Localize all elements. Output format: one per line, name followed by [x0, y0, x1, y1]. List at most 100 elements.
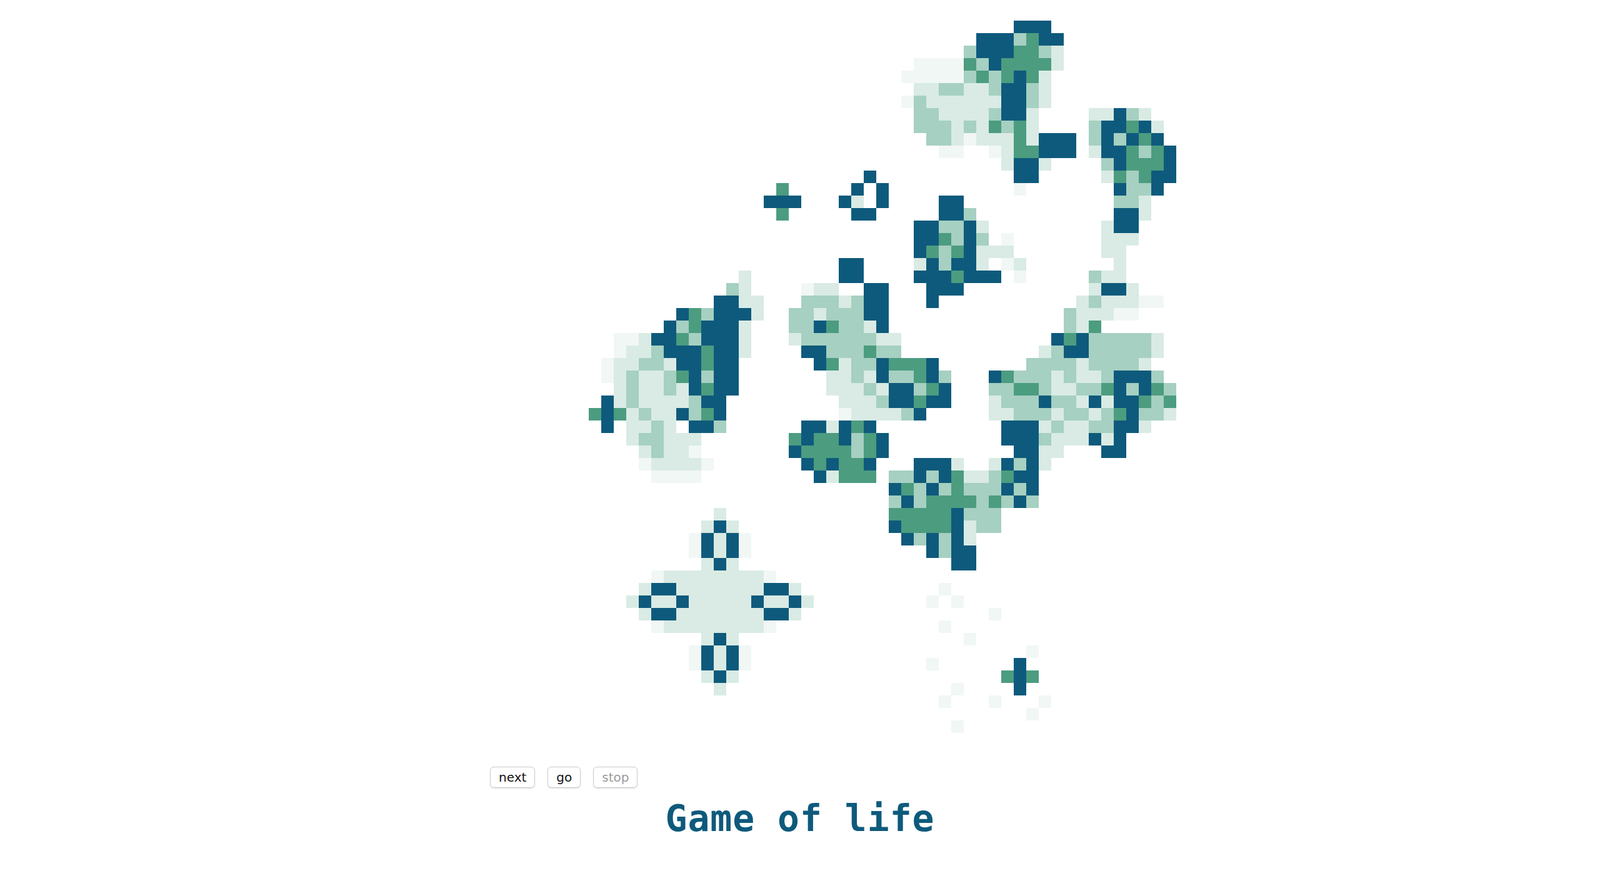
- board-cell[interactable]: [813, 208, 827, 221]
- board-cell[interactable]: [613, 108, 627, 121]
- board-cell[interactable]: [738, 108, 752, 121]
- board-cell[interactable]: [1063, 70, 1077, 84]
- board-cell[interactable]: [1026, 508, 1039, 521]
- board-cell[interactable]: [663, 158, 677, 171]
- board-cell[interactable]: [1013, 195, 1027, 209]
- board-cell[interactable]: [1038, 45, 1052, 59]
- board-cell[interactable]: [1113, 408, 1127, 421]
- board-cell[interactable]: [838, 208, 852, 221]
- board-cell[interactable]: [688, 433, 702, 446]
- board-cell[interactable]: [676, 458, 689, 471]
- board-cell[interactable]: [938, 470, 952, 484]
- board-cell[interactable]: [826, 408, 839, 421]
- board-cell[interactable]: [713, 445, 727, 459]
- board-cell[interactable]: [788, 83, 802, 96]
- board-cell[interactable]: [988, 295, 1002, 309]
- board-cell[interactable]: [951, 70, 964, 84]
- board-cell[interactable]: [1051, 70, 1064, 84]
- board-cell[interactable]: [726, 45, 739, 59]
- board-cell[interactable]: [963, 83, 977, 96]
- board-cell[interactable]: [1101, 308, 1114, 321]
- board-cell[interactable]: [638, 245, 652, 259]
- board-cell[interactable]: [1013, 445, 1027, 459]
- board-cell[interactable]: [901, 458, 914, 471]
- board-cell[interactable]: [1001, 145, 1014, 159]
- board-cell[interactable]: [638, 183, 652, 196]
- board-cell[interactable]: [851, 345, 864, 359]
- board-cell[interactable]: [701, 495, 714, 509]
- board-cell[interactable]: [988, 320, 1002, 334]
- board-cell[interactable]: [726, 345, 739, 359]
- board-cell[interactable]: [1113, 433, 1127, 446]
- board-cell[interactable]: [726, 295, 739, 309]
- board-cell[interactable]: [576, 70, 589, 84]
- board-cell[interactable]: [851, 358, 864, 371]
- board-cell[interactable]: [888, 495, 902, 509]
- board-cell[interactable]: [651, 533, 664, 546]
- board-cell[interactable]: [1163, 308, 1177, 321]
- board-cell[interactable]: [738, 533, 752, 546]
- board-cell[interactable]: [876, 158, 889, 171]
- board-cell[interactable]: [626, 520, 639, 534]
- board-cell[interactable]: [576, 320, 589, 334]
- board-cell[interactable]: [788, 495, 802, 509]
- board-cell[interactable]: [863, 395, 877, 409]
- board-cell[interactable]: [1101, 283, 1114, 296]
- board-cell[interactable]: [776, 345, 789, 359]
- board-cell[interactable]: [1063, 145, 1077, 159]
- board-cell[interactable]: [701, 120, 714, 134]
- board-cell[interactable]: [888, 320, 902, 334]
- board-cell[interactable]: [676, 295, 689, 309]
- board-cell[interactable]: [1101, 333, 1114, 346]
- board-cell[interactable]: [601, 383, 614, 396]
- board-cell[interactable]: [913, 358, 927, 371]
- board-cell[interactable]: [626, 345, 639, 359]
- board-cell[interactable]: [1151, 433, 1164, 446]
- board-cell[interactable]: [1126, 145, 1139, 159]
- board-cell[interactable]: [676, 33, 689, 46]
- board-cell[interactable]: [988, 520, 1002, 534]
- board-cell[interactable]: [876, 345, 889, 359]
- board-cell[interactable]: [976, 120, 989, 134]
- board-cell[interactable]: [1001, 295, 1014, 309]
- board-cell[interactable]: [1151, 283, 1164, 296]
- board-cell[interactable]: [901, 470, 914, 484]
- board-cell[interactable]: [576, 383, 589, 396]
- board-cell[interactable]: [1138, 58, 1152, 71]
- board-cell[interactable]: [701, 208, 714, 221]
- board-cell[interactable]: [763, 20, 777, 34]
- board-cell[interactable]: [826, 283, 839, 296]
- board-cell[interactable]: [1051, 220, 1064, 234]
- board-cell[interactable]: [788, 58, 802, 71]
- board-cell[interactable]: [701, 270, 714, 284]
- board-cell[interactable]: [888, 133, 902, 146]
- board-cell[interactable]: [1101, 83, 1114, 96]
- board-cell[interactable]: [1151, 45, 1164, 59]
- board-cell[interactable]: [876, 33, 889, 46]
- board-cell[interactable]: [1013, 83, 1027, 96]
- board-cell[interactable]: [688, 345, 702, 359]
- board-cell[interactable]: [938, 283, 952, 296]
- board-cell[interactable]: [988, 358, 1002, 371]
- board-cell[interactable]: [763, 170, 777, 184]
- board-cell[interactable]: [801, 70, 814, 84]
- board-cell[interactable]: [963, 108, 977, 121]
- board-cell[interactable]: [1013, 358, 1027, 371]
- board-cell[interactable]: [938, 270, 952, 284]
- board-cell[interactable]: [651, 95, 664, 109]
- board-cell[interactable]: [751, 208, 764, 221]
- board-cell[interactable]: [926, 120, 939, 134]
- board-cell[interactable]: [1126, 420, 1139, 434]
- board-cell[interactable]: [1051, 170, 1064, 184]
- board-cell[interactable]: [788, 383, 802, 396]
- board-cell[interactable]: [938, 70, 952, 84]
- board-cell[interactable]: [863, 133, 877, 146]
- board-cell[interactable]: [913, 120, 927, 134]
- board-cell[interactable]: [751, 83, 764, 96]
- board-cell[interactable]: [613, 170, 627, 184]
- board-cell[interactable]: [763, 183, 777, 196]
- board-cell[interactable]: [726, 70, 739, 84]
- board-cell[interactable]: [1088, 383, 1102, 396]
- board-cell[interactable]: [826, 295, 839, 309]
- board-cell[interactable]: [1063, 95, 1077, 109]
